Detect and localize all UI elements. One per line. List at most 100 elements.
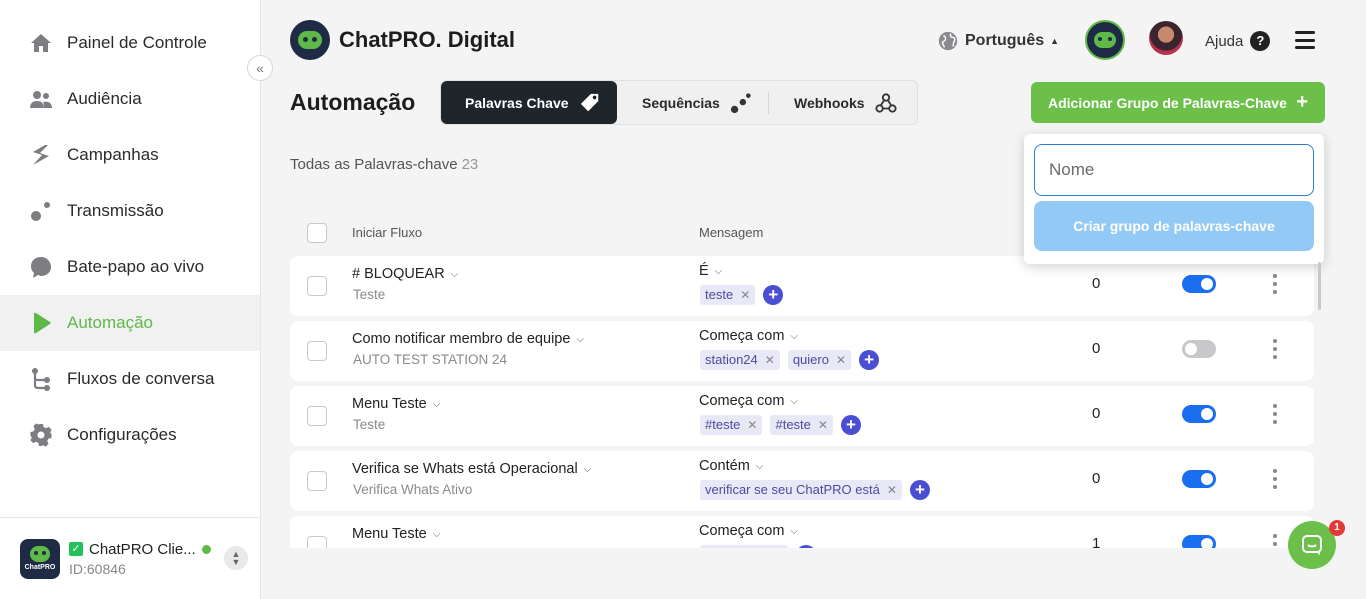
close-icon[interactable]: ✕: [747, 415, 757, 435]
create-group-popup: Criar grupo de palavras-chave: [1024, 134, 1324, 264]
enabled-toggle[interactable]: [1182, 275, 1216, 293]
online-status-dot: [201, 544, 211, 554]
sidebar-item-label: Bate-papo ao vivo: [67, 257, 205, 276]
chat-widget-icon: [1302, 535, 1322, 555]
broadcast-icon: [28, 198, 54, 224]
chevron-down-icon: ⌵: [755, 460, 764, 472]
keyword-tags: teste ✕ +: [700, 285, 784, 305]
add-keyword-icon[interactable]: +: [909, 480, 930, 500]
sidebar-item-label: Painel de Controle: [67, 33, 207, 52]
row-count: 0: [1092, 340, 1101, 357]
play-icon: [28, 310, 54, 336]
keyword-tags: station24 ✕ quiero ✕ +: [700, 350, 880, 370]
enabled-toggle[interactable]: [1182, 340, 1216, 358]
sidebar-item-live-chat[interactable]: Bate-papo ao vivo: [0, 239, 260, 295]
row-title-text: Como notificar membro de equipe: [352, 331, 571, 347]
tab-keywords[interactable]: Palavras Chave: [441, 81, 617, 124]
chevron-down-icon: ⌵: [583, 463, 592, 475]
close-icon[interactable]: ✕: [765, 350, 775, 370]
sidebar-item-broadcast[interactable]: Transmissão: [0, 183, 260, 239]
sidebar-item-automation[interactable]: Automação: [0, 295, 260, 351]
row-count: 0: [1092, 275, 1101, 292]
close-icon[interactable]: ✕: [836, 350, 846, 370]
more-options-icon[interactable]: [1272, 404, 1278, 424]
keyword-tag: quiero ✕: [787, 350, 852, 370]
table-row[interactable]: Menu Teste⌵ Começa com⌵ + 1: [290, 516, 1314, 548]
enabled-toggle[interactable]: [1182, 405, 1216, 423]
row-subtitle: Teste: [353, 287, 386, 302]
close-icon[interactable]: ✕: [740, 285, 750, 305]
close-icon[interactable]: ✕: [818, 415, 828, 435]
account-logo-text: ChatPRO: [24, 564, 56, 571]
table-row[interactable]: Menu Teste ⌵ Teste Começa com ⌵ #teste ✕ #t…: [290, 386, 1314, 446]
more-options-icon[interactable]: [1272, 339, 1278, 359]
keyword-tag-text: #teste: [705, 417, 741, 432]
select-all-checkbox[interactable]: [307, 223, 327, 243]
group-name-input[interactable]: [1034, 144, 1314, 196]
add-keyword-icon[interactable]: +: [859, 350, 880, 370]
row-title-text: Menu Teste: [352, 396, 427, 412]
chevron-down-icon: ⌵: [432, 398, 441, 410]
tab-label: Webhooks: [794, 94, 865, 111]
row-checkbox[interactable]: [307, 276, 327, 296]
tab-label: Sequências: [642, 94, 720, 111]
scrollbar[interactable]: [1318, 262, 1321, 310]
sidebar-item-flows[interactable]: Fluxos de conversa: [0, 351, 260, 407]
chevron-down-icon: ⌵: [450, 268, 459, 280]
table-row[interactable]: Como notificar membro de equipe ⌵ AUTO TE…: [290, 321, 1314, 381]
row-title[interactable]: Verifica se Whats está Operacional ⌵: [352, 461, 591, 477]
create-group-button[interactable]: Criar grupo de palavras-chave: [1034, 201, 1314, 251]
match-type-label: Contém: [699, 458, 750, 474]
chevron-updown-icon[interactable]: ▲ ▼: [224, 546, 248, 570]
table-row[interactable]: # BLOQUEAR ⌵ Teste É ⌵ teste ✕ + 0: [290, 256, 1314, 316]
row-title[interactable]: Menu Teste ⌵: [352, 396, 440, 412]
add-keyword-icon[interactable]: +: [763, 285, 784, 305]
more-options-icon[interactable]: [1272, 534, 1278, 548]
tab-label: Palavras Chave: [465, 94, 569, 111]
match-type-dropdown[interactable]: Contém ⌵: [699, 458, 763, 474]
main-content: Automação Palavras Chave Sequências Webh…: [261, 0, 1366, 548]
collapse-icon: «: [256, 60, 264, 76]
add-keyword-group-button[interactable]: Adicionar Grupo de Palavras-Chave +: [1031, 82, 1325, 123]
sidebar-item-label: Configurações: [67, 425, 177, 444]
match-type-dropdown[interactable]: Começa com ⌵: [699, 393, 798, 409]
row-checkbox[interactable]: [307, 406, 327, 426]
tab-sequences[interactable]: Sequências: [617, 81, 768, 124]
row-title[interactable]: # BLOQUEAR ⌵: [352, 266, 458, 282]
row-checkbox[interactable]: [307, 341, 327, 361]
match-type-label: Começa com: [699, 328, 785, 344]
row-subtitle: Verifica Whats Ativo: [353, 482, 473, 497]
notification-badge: 1: [1329, 520, 1345, 536]
add-keyword-icon[interactable]: +: [840, 415, 861, 435]
sidebar-item-dashboard[interactable]: Painel de Controle: [0, 15, 260, 71]
match-type-dropdown[interactable]: Começa com ⌵: [699, 523, 798, 539]
more-options-icon[interactable]: [1272, 469, 1278, 489]
sidebar-item-label: Audiência: [67, 89, 142, 108]
enabled-toggle[interactable]: [1182, 470, 1216, 488]
table-row[interactable]: Verifica se Whats está Operacional ⌵ Veri…: [290, 451, 1314, 511]
sidebar-item-label: Fluxos de conversa: [67, 369, 215, 388]
row-checkbox[interactable]: [307, 536, 327, 548]
match-type-dropdown[interactable]: É ⌵: [699, 263, 722, 279]
keyword-tag-text: teste: [705, 287, 734, 302]
enabled-toggle[interactable]: [1182, 535, 1216, 548]
tag-icon: [580, 93, 598, 111]
more-options-icon[interactable]: [1272, 274, 1278, 294]
match-type-dropdown[interactable]: Começa com ⌵: [699, 328, 798, 344]
sidebar-item-campaigns[interactable]: Campanhas: [0, 127, 260, 183]
close-icon[interactable]: ✕: [887, 480, 897, 500]
footer-area: [261, 548, 1366, 599]
webhook-icon: [874, 92, 897, 113]
sidebar-item-settings[interactable]: Configurações: [0, 407, 260, 463]
keyword-tags: verificar se seu ChatPRO está ✕ +: [700, 480, 930, 500]
row-checkbox[interactable]: [307, 471, 327, 491]
row-count: 1: [1092, 535, 1101, 548]
tab-webhooks[interactable]: Webhooks: [769, 81, 917, 124]
account-switcher[interactable]: ChatPRO ✓ ChatPRO Clie... ID:60846 ▲ ▼: [0, 517, 260, 599]
plus-icon: +: [1296, 91, 1308, 113]
account-logo: ChatPRO: [20, 538, 60, 579]
row-title[interactable]: Menu Teste ⌵: [352, 526, 440, 542]
sidebar-item-audience[interactable]: Audiência: [0, 71, 260, 127]
collapse-sidebar-button[interactable]: «: [247, 55, 273, 81]
row-title[interactable]: Como notificar membro de equipe ⌵: [352, 331, 584, 347]
